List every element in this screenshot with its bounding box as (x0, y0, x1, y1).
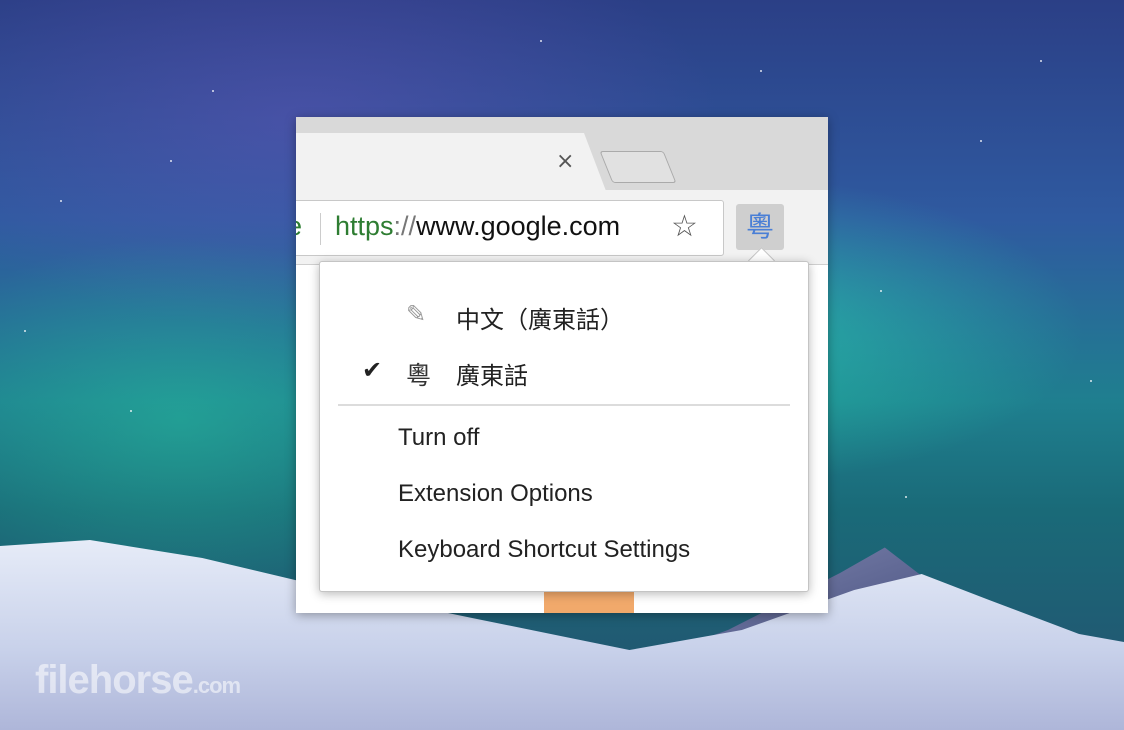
pencil-icon: ✎ (406, 300, 427, 328)
tab-strip: × (296, 117, 828, 191)
menu-item-label: Extension Options (398, 480, 593, 507)
star (130, 410, 132, 412)
close-icon[interactable]: × (556, 149, 574, 174)
star (60, 200, 62, 202)
star (1040, 60, 1042, 62)
menu-item-mode-cantonese[interactable]: ✔ 粵 廣東話 (320, 344, 808, 398)
menu-divider (338, 404, 790, 406)
yue-char-icon: 粵 (745, 210, 774, 243)
checkmark-icon: ✔ (362, 356, 383, 384)
menu-item-turn-off[interactable]: Turn off (320, 412, 808, 466)
star (1090, 380, 1092, 382)
omnibox-divider (320, 213, 321, 245)
star (24, 330, 26, 332)
star (540, 40, 542, 42)
url-sep: :// (393, 211, 417, 241)
menu-item-label: 廣東話 (456, 362, 528, 390)
star (212, 90, 214, 92)
star (760, 70, 762, 72)
extension-button[interactable]: 粵 (736, 204, 784, 250)
url-scheme: https (335, 211, 394, 241)
yue-char-icon: 粵 (406, 361, 432, 390)
star (880, 290, 882, 292)
address-bar[interactable]: e https://www.google.com ☆ (296, 200, 724, 256)
star (980, 140, 982, 142)
url-text[interactable]: https://www.google.com (335, 211, 620, 242)
watermark-brand: filehorse (35, 658, 194, 702)
watermark: filehorse.com (35, 658, 241, 703)
toolbar: e https://www.google.com ☆ 粵 (296, 190, 828, 265)
omnibox-prefix: e (296, 211, 302, 242)
star (170, 160, 172, 162)
menu-item-label: Keyboard Shortcut Settings (398, 536, 691, 563)
url-host: www.google.com (416, 211, 621, 241)
menu-item-keyboard-shortcuts[interactable]: Keyboard Shortcut Settings (320, 524, 808, 578)
star (905, 496, 907, 498)
new-tab-button[interactable] (599, 151, 677, 183)
menu-item-label: 中文（廣東話） (456, 306, 624, 334)
menu-item-extension-options[interactable]: Extension Options (320, 468, 808, 522)
watermark-suffix: .com (192, 673, 241, 698)
extension-menu: ✎ 中文（廣東話） ✔ 粵 廣東話 Turn off Extension Opt… (319, 261, 809, 592)
menu-item-mode-chinese[interactable]: ✎ 中文（廣東話） (320, 288, 808, 342)
bookmark-star-icon[interactable]: ☆ (671, 209, 698, 244)
menu-item-label: Turn off (398, 424, 480, 451)
